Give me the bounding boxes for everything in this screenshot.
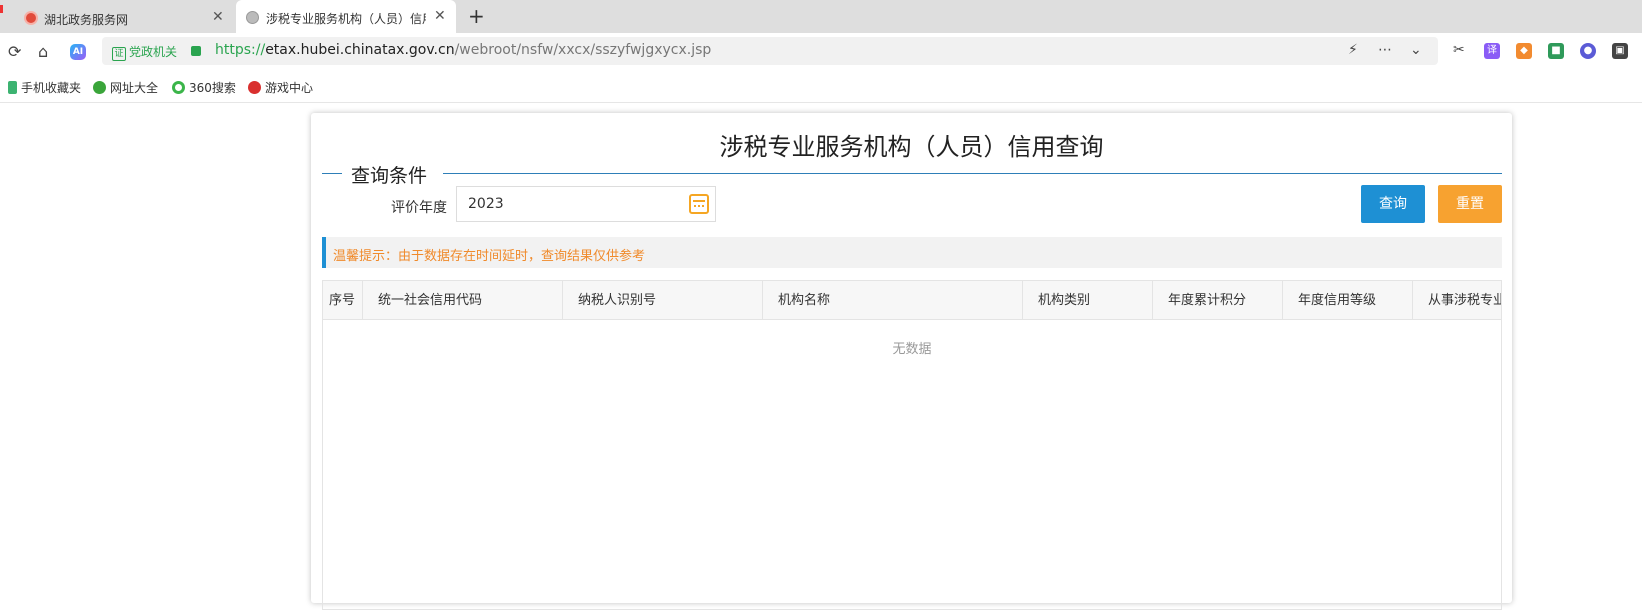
url-text[interactable]: https://etax.hubei.chinatax.gov.cn/webro… xyxy=(215,42,711,58)
tab-credit-query[interactable]: 涉税专业服务机构（人员）信用查询 ✕ xyxy=(236,0,456,33)
column-header-org-name[interactable]: 机构名称 xyxy=(763,281,1023,320)
query-panel: 涉税专业服务机构（人员）信用查询 查询条件 评价年度 2023 查询 重置 温馨… xyxy=(311,113,1512,610)
page-title: 涉税专业服务机构（人员）信用查询 xyxy=(719,133,1104,161)
gov-cert-badge[interactable]: 证党政机关 xyxy=(112,43,177,61)
gov-cert-label: 党政机关 xyxy=(129,45,178,59)
lightning-icon[interactable]: ⚡ xyxy=(1348,42,1358,58)
tab-title: 湖北政务服务网 xyxy=(44,13,129,27)
search-360-icon xyxy=(172,81,185,94)
notice-text: 温馨提示：由于数据存在时间延时，查询结果仅供参考 xyxy=(333,249,646,264)
column-header-index[interactable]: 序号 xyxy=(323,281,363,320)
results-table: 序号 统一社会信用代码 纳税人识别号 机构名称 机构类别 年度累计积分 年度信用… xyxy=(322,280,1502,610)
home-icon[interactable]: ⌂ xyxy=(38,42,48,61)
scissors-icon[interactable]: ✂ xyxy=(1453,42,1465,58)
translate-icon[interactable]: 译 xyxy=(1484,43,1500,59)
column-header-taxpayer-id[interactable]: 纳税人识别号 xyxy=(563,281,763,320)
year-label: 评价年度 xyxy=(391,200,447,216)
section-divider-right xyxy=(443,173,1502,174)
certificate-icon: 证 xyxy=(112,47,126,61)
column-header-staff[interactable]: 从事涉税专业服务人员 xyxy=(1413,281,1501,320)
game-controller-icon[interactable]: ◆ xyxy=(1516,43,1532,59)
reset-button[interactable]: 重置 xyxy=(1438,185,1502,223)
bookmark-360-search[interactable]: 360搜索 xyxy=(172,79,236,96)
section-divider-left xyxy=(322,173,342,174)
tab-bar: 湖北政务服务网 ✕ 涉税专业服务机构（人员）信用查询 ✕ + xyxy=(0,0,1642,33)
bookmark-url-navigator[interactable]: 网址大全 xyxy=(93,79,158,96)
calendar-icon[interactable] xyxy=(689,194,709,214)
navigation-bar: ⟳ ⌂ AI 证党政机关 https://etax.hubei.chinatax… xyxy=(0,33,1642,69)
section-title: 查询条件 xyxy=(351,165,428,187)
ai-assistant-icon[interactable]: AI xyxy=(70,44,86,60)
phone-icon xyxy=(8,81,17,94)
more-icon[interactable]: ⋯ xyxy=(1378,42,1392,58)
empty-state-text: 无数据 xyxy=(892,342,932,357)
url-scheme: https:// xyxy=(215,42,266,58)
year-field[interactable]: 2023 xyxy=(456,186,716,222)
table-header: 序号 统一社会信用代码 纳税人识别号 机构名称 机构类别 年度累计积分 年度信用… xyxy=(323,281,1501,320)
reload-icon[interactable]: ⟳ xyxy=(8,42,21,61)
column-header-credit-code[interactable]: 统一社会信用代码 xyxy=(363,281,563,320)
tab-title: 涉税专业服务机构（人员）信用查询 xyxy=(266,12,426,26)
sidebar-panel-icon[interactable]: ▣ xyxy=(1612,43,1628,59)
bookmark-label: 网址大全 xyxy=(110,81,159,95)
column-header-credit-level[interactable]: 年度信用等级 xyxy=(1283,281,1413,320)
url-navigator-icon xyxy=(93,81,106,94)
new-tab-button[interactable]: + xyxy=(468,4,485,28)
bookmark-label: 手机收藏夹 xyxy=(21,81,82,95)
lock-icon[interactable] xyxy=(191,46,201,56)
bookmarks-bar: 手机收藏夹 网址大全 360搜索 游戏中心 xyxy=(0,69,1642,103)
game-center-icon xyxy=(248,81,261,94)
office-icon[interactable]: ■ xyxy=(1548,43,1564,59)
hubei-favicon-icon xyxy=(24,11,38,25)
globe-icon xyxy=(246,11,259,24)
tab-hubei-gov[interactable]: 湖北政务服务网 ✕ xyxy=(0,2,230,33)
url-host: etax.hubei.chinatax.gov.cn xyxy=(265,42,455,58)
url-path: /webroot/nsfw/xxcx/sszyfwjgxycx.jsp xyxy=(454,42,712,58)
column-header-annual-score[interactable]: 年度累计积分 xyxy=(1153,281,1283,320)
query-button[interactable]: 查询 xyxy=(1361,185,1425,223)
close-icon[interactable]: ✕ xyxy=(212,9,224,25)
assistant-bot-icon[interactable]: ● xyxy=(1580,43,1596,59)
chevron-down-icon[interactable]: ⌄ xyxy=(1410,42,1422,58)
notice-banner: 温馨提示：由于数据存在时间延时，查询结果仅供参考 xyxy=(322,237,1502,268)
bookmark-game-center[interactable]: 游戏中心 xyxy=(248,79,313,96)
close-icon[interactable]: ✕ xyxy=(434,8,446,24)
bookmark-label: 360搜索 xyxy=(189,81,236,95)
column-header-org-type[interactable]: 机构类别 xyxy=(1023,281,1153,320)
bookmark-mobile-favorites[interactable]: 手机收藏夹 xyxy=(8,79,81,96)
bookmark-label: 游戏中心 xyxy=(265,81,314,95)
year-value: 2023 xyxy=(468,196,504,212)
